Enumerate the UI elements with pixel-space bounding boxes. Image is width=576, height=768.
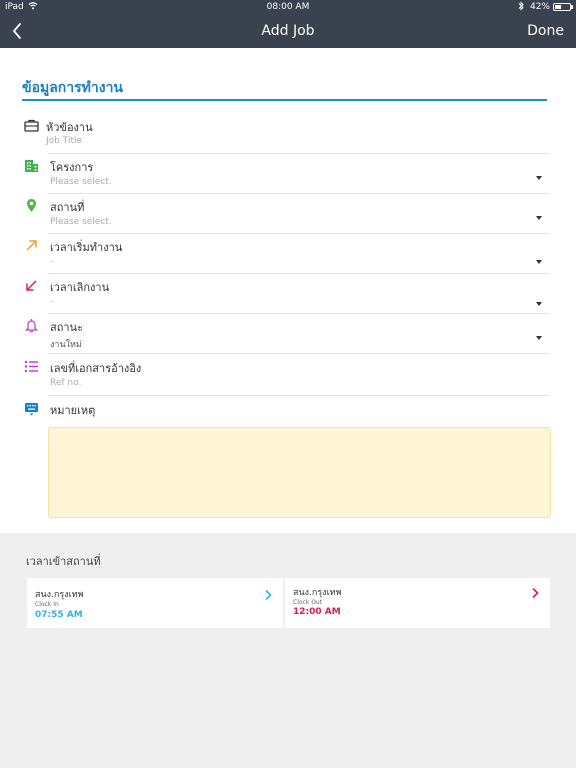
battery-icon bbox=[553, 3, 571, 11]
clock-out-kind: Clock Out bbox=[293, 599, 323, 606]
clock-in-time: 07:55 AM bbox=[35, 610, 83, 620]
divider bbox=[48, 153, 550, 154]
chevron-right-icon bbox=[264, 586, 273, 601]
divider bbox=[48, 233, 550, 234]
battery-tip bbox=[571, 5, 573, 9]
location-field[interactable]: สถานที่ Please select. bbox=[0, 196, 576, 234]
keyboard-icon bbox=[24, 401, 39, 416]
location-select[interactable]: Please select. bbox=[50, 217, 112, 227]
building-icon bbox=[24, 158, 39, 173]
status-field[interactable]: สถานะ งานใหม่ bbox=[0, 316, 576, 354]
page-title: Add Job bbox=[261, 23, 315, 39]
start-time-label: เวลาเริ่มทำงาน bbox=[50, 241, 123, 254]
dropdown-caret-icon bbox=[536, 336, 542, 340]
dropdown-caret-icon bbox=[536, 302, 542, 306]
nav-bar: Add Job Done bbox=[0, 14, 576, 48]
dropdown-caret-icon bbox=[536, 176, 542, 180]
clock-cards: สนง.กรุงเทพ Clock In 07:55 AM สนง.กรุงเท… bbox=[27, 578, 550, 628]
clock-in-kind: Clock In bbox=[35, 601, 59, 608]
bell-icon bbox=[24, 318, 39, 333]
briefcase-icon bbox=[24, 118, 39, 133]
ref-no-input[interactable]: Ref no. bbox=[50, 378, 81, 388]
remark-field: หมายเหตุ bbox=[0, 399, 576, 421]
dropdown-caret-icon bbox=[536, 260, 542, 264]
clock-out-time: 12:00 AM bbox=[293, 607, 341, 617]
project-field[interactable]: โครงการ Please select. bbox=[0, 156, 576, 194]
remark-textarea[interactable] bbox=[48, 427, 551, 518]
clock-in-card[interactable]: สนง.กรุงเทพ Clock In 07:55 AM bbox=[27, 578, 283, 628]
status-time: 08:00 AM bbox=[266, 2, 310, 12]
section-underline bbox=[22, 99, 547, 101]
divider bbox=[48, 395, 550, 396]
location-label: สถานที่ bbox=[50, 201, 85, 214]
done-button[interactable]: Done bbox=[527, 23, 564, 39]
end-time-select[interactable]: - bbox=[50, 297, 53, 307]
end-time-label: เวลาเลิกงาน bbox=[50, 281, 110, 294]
arrow-up-right-icon bbox=[24, 238, 39, 253]
clock-section-title: เวลาเข้าสถานที่ bbox=[26, 555, 101, 568]
job-title-input[interactable]: Job Title bbox=[46, 136, 82, 146]
job-title-label: หัวข้องาน bbox=[46, 121, 93, 134]
clock-in-place: สนง.กรุงเทพ bbox=[35, 590, 84, 600]
divider bbox=[48, 353, 550, 354]
end-time-field[interactable]: เวลาเลิกงาน - bbox=[0, 276, 576, 314]
bluetooth-icon bbox=[518, 1, 524, 14]
divider bbox=[48, 273, 550, 274]
location-pin-icon bbox=[24, 198, 39, 213]
ref-no-field[interactable]: เลขที่เอกสารอ้างอิง Ref no. bbox=[0, 357, 576, 396]
list-icon bbox=[24, 359, 39, 374]
divider bbox=[48, 313, 550, 314]
chevron-right-icon bbox=[531, 584, 540, 599]
remark-label: หมายเหตุ bbox=[50, 404, 96, 417]
status-label: สถานะ bbox=[50, 321, 83, 334]
status-bar: iPad 08:00 AM 42% bbox=[0, 0, 576, 14]
clock-out-place: สนง.กรุงเทพ bbox=[293, 588, 342, 598]
dropdown-caret-icon bbox=[536, 216, 542, 220]
start-time-field[interactable]: เวลาเริ่มทำงาน - bbox=[0, 236, 576, 274]
battery-percent: 42% bbox=[529, 2, 550, 12]
arrow-down-left-icon bbox=[24, 278, 39, 293]
ref-no-label: เลขที่เอกสารอ้างอิง bbox=[50, 362, 142, 375]
project-select[interactable]: Please select. bbox=[50, 177, 112, 187]
clock-out-card[interactable]: สนง.กรุงเทพ Clock Out 12:00 AM bbox=[285, 578, 550, 628]
status-select[interactable]: งานใหม่ bbox=[50, 337, 82, 351]
start-time-select[interactable]: - bbox=[50, 257, 53, 267]
section-title: ข้อมูลการทำงาน bbox=[22, 80, 124, 96]
project-label: โครงการ bbox=[50, 161, 94, 174]
divider bbox=[48, 193, 550, 194]
job-title-field[interactable]: หัวข้องาน Job Title bbox=[0, 118, 576, 154]
